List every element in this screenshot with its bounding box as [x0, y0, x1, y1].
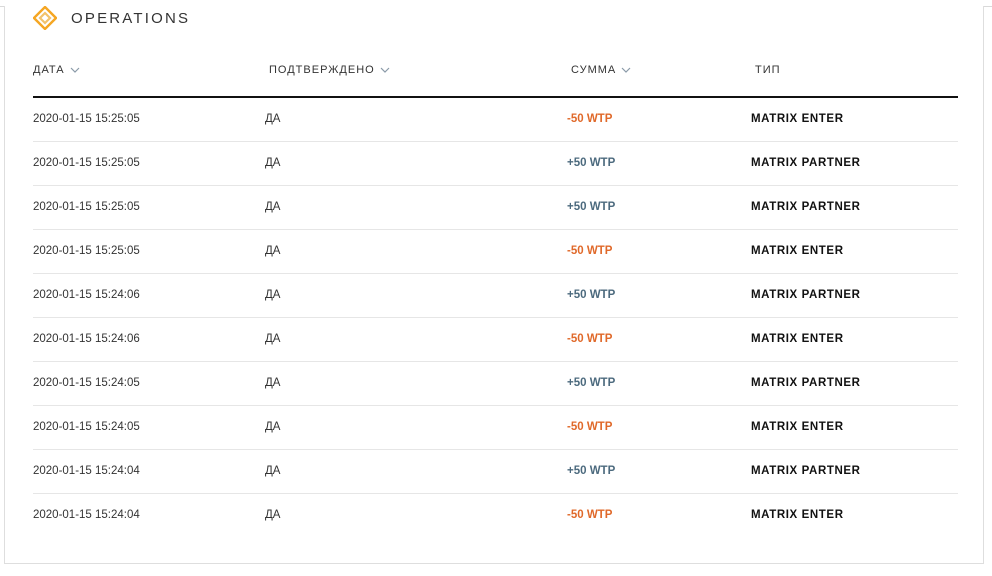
cell-type: MATRIX ENTER [751, 245, 844, 257]
column-header-amount[interactable]: СУММА [571, 64, 631, 76]
panel-title: OPERATIONS [71, 9, 191, 27]
operations-table: ДАТА ПОДТВЕРЖДЕНО СУММА ТИП 2020-01-15 1… [33, 56, 958, 537]
column-header-confirmed[interactable]: ПОДТВЕРЖДЕНО [269, 64, 390, 76]
column-header-label: ПОДТВЕРЖДЕНО [269, 64, 375, 76]
cell-confirmed: ДА [265, 377, 281, 389]
panel-header: OPERATIONS [32, 5, 191, 31]
cell-type: MATRIX ENTER [751, 421, 844, 433]
cell-date: 2020-01-15 15:24:04 [33, 465, 140, 477]
cell-amount: +50 WTP [567, 157, 616, 169]
cell-amount: +50 WTP [567, 377, 616, 389]
table-row: 2020-01-15 15:24:04 ДА -50 WTP MATRIX EN… [33, 494, 958, 537]
column-header-type: ТИП [755, 64, 781, 76]
diamond-logo-icon [32, 5, 58, 31]
cell-amount: -50 WTP [567, 333, 613, 345]
operations-panel: OPERATIONS ДАТА ПОДТВЕРЖДЕНО СУММА ТИП 2… [4, 5, 984, 564]
cell-confirmed: ДА [265, 157, 281, 169]
cell-type: MATRIX ENTER [751, 509, 844, 521]
table-row: 2020-01-15 15:24:05 ДА -50 WTP MATRIX EN… [33, 406, 958, 450]
cell-date: 2020-01-15 15:25:05 [33, 113, 140, 125]
cell-type: MATRIX ENTER [751, 113, 844, 125]
cell-confirmed: ДА [265, 245, 281, 257]
cell-type: MATRIX PARTNER [751, 465, 861, 477]
cell-date: 2020-01-15 15:25:05 [33, 157, 140, 169]
cell-date: 2020-01-15 15:24:05 [33, 421, 140, 433]
column-header-label: ДАТА [33, 64, 65, 76]
cell-type: MATRIX PARTNER [751, 157, 861, 169]
table-row: 2020-01-15 15:24:04 ДА +50 WTP MATRIX PA… [33, 450, 958, 494]
chevron-down-icon [70, 67, 80, 73]
chevron-down-icon [380, 67, 390, 73]
cell-date: 2020-01-15 15:24:04 [33, 509, 140, 521]
cell-amount: +50 WTP [567, 465, 616, 477]
table-row: 2020-01-15 15:25:05 ДА -50 WTP MATRIX EN… [33, 230, 958, 274]
table-row: 2020-01-15 15:25:05 ДА -50 WTP MATRIX EN… [33, 98, 958, 142]
cell-type: MATRIX ENTER [751, 333, 844, 345]
table-body: 2020-01-15 15:25:05 ДА -50 WTP MATRIX EN… [33, 98, 958, 537]
cell-confirmed: ДА [265, 201, 281, 213]
cell-type: MATRIX PARTNER [751, 377, 861, 389]
cell-date: 2020-01-15 15:25:05 [33, 245, 140, 257]
column-header-label: ТИП [755, 64, 781, 76]
column-header-label: СУММА [571, 64, 617, 76]
cell-type: MATRIX PARTNER [751, 289, 861, 301]
table-row: 2020-01-15 15:24:06 ДА +50 WTP MATRIX PA… [33, 274, 958, 318]
cell-amount: -50 WTP [567, 245, 613, 257]
cell-date: 2020-01-15 15:24:06 [33, 333, 140, 345]
cell-amount: +50 WTP [567, 201, 616, 213]
table-row: 2020-01-15 15:25:05 ДА +50 WTP MATRIX PA… [33, 186, 958, 230]
cell-confirmed: ДА [265, 465, 281, 477]
cell-date: 2020-01-15 15:24:05 [33, 377, 140, 389]
cell-confirmed: ДА [265, 333, 281, 345]
cell-amount: -50 WTP [567, 509, 613, 521]
table-row: 2020-01-15 15:25:05 ДА +50 WTP MATRIX PA… [33, 142, 958, 186]
column-header-date[interactable]: ДАТА [33, 64, 80, 76]
cell-amount: +50 WTP [567, 289, 616, 301]
cell-confirmed: ДА [265, 421, 281, 433]
table-row: 2020-01-15 15:24:06 ДА -50 WTP MATRIX EN… [33, 318, 958, 362]
table-row: 2020-01-15 15:24:05 ДА +50 WTP MATRIX PA… [33, 362, 958, 406]
cell-date: 2020-01-15 15:25:05 [33, 201, 140, 213]
table-header: ДАТА ПОДТВЕРЖДЕНО СУММА ТИП [33, 56, 958, 98]
chevron-down-icon [621, 67, 631, 73]
cell-amount: -50 WTP [567, 113, 613, 125]
cell-confirmed: ДА [265, 113, 281, 125]
cell-confirmed: ДА [265, 509, 281, 521]
cell-type: MATRIX PARTNER [751, 201, 861, 213]
cell-confirmed: ДА [265, 289, 281, 301]
cell-date: 2020-01-15 15:24:06 [33, 289, 140, 301]
cell-amount: -50 WTP [567, 421, 613, 433]
